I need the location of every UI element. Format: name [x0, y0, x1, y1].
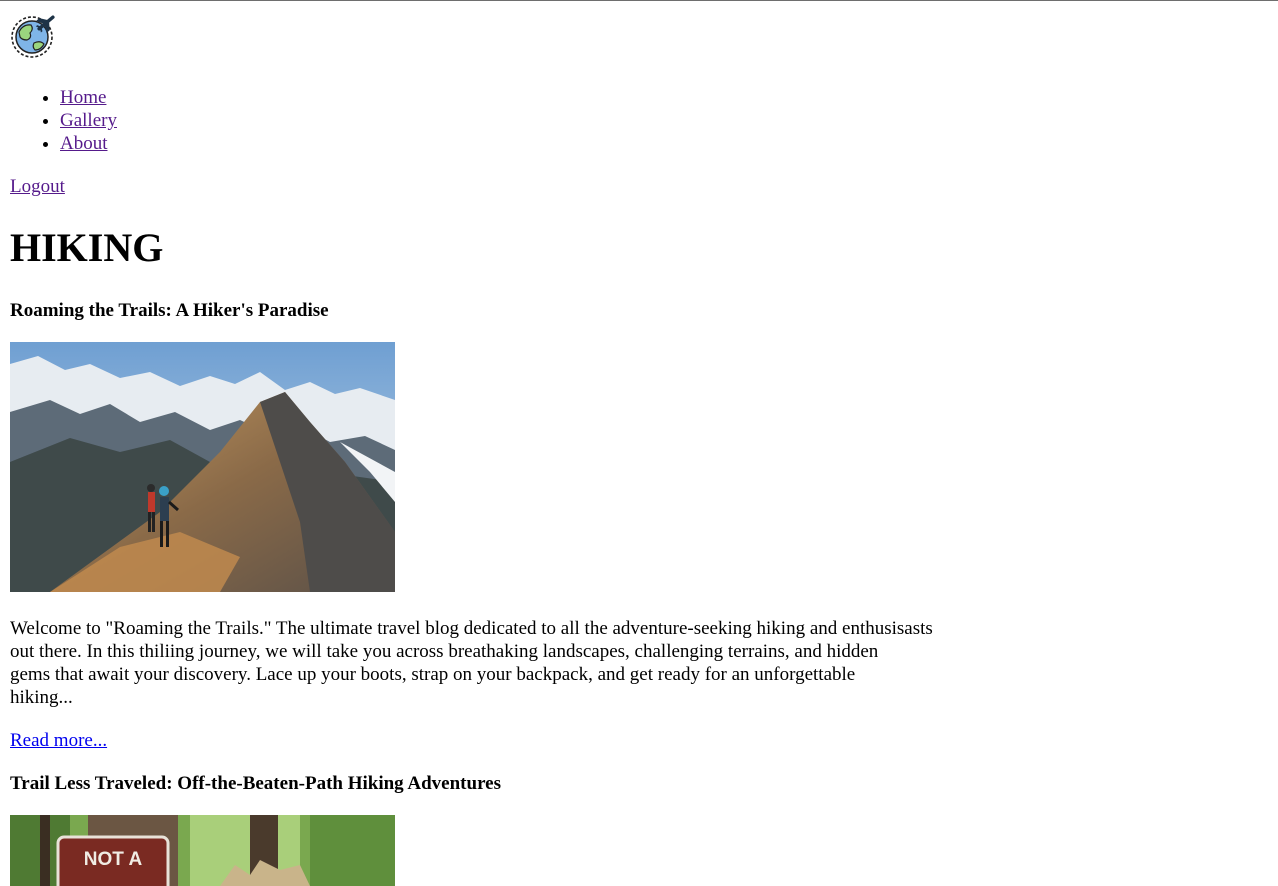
main-nav: Home Gallery About — [0, 86, 117, 155]
post-title: Trail Less Traveled: Off-the-Beaten-Path… — [10, 773, 501, 794]
nav-link-home[interactable]: Home — [60, 87, 106, 108]
excerpt-line: gems that await your discovery. Lace up … — [10, 664, 856, 685]
page-title: HIKING — [10, 225, 164, 270]
globe-with-airplane-icon — [11, 15, 55, 58]
post-excerpt: Welcome to "Roaming the Trails." The ult… — [10, 617, 990, 709]
nav-link-gallery[interactable]: Gallery — [60, 110, 117, 131]
post-title: Roaming the Trails: A Hiker's Paradise — [10, 300, 329, 321]
excerpt-line: hiking... — [10, 687, 73, 708]
nav-item-about: About — [60, 132, 117, 155]
post-image-mountain-hikers — [10, 342, 395, 592]
sign-text: NOT A — [84, 849, 143, 870]
top-border — [0, 0, 1278, 1]
read-more-link[interactable]: Read more... — [10, 729, 107, 752]
nav-item-gallery: Gallery — [60, 109, 117, 132]
post-image-forest-trail-sign: NOT A — [10, 815, 395, 886]
excerpt-line: out there. In this thiliing journey, we … — [10, 641, 879, 662]
nav-link-about[interactable]: About — [60, 133, 108, 154]
site-logo[interactable] — [10, 13, 58, 59]
logout-link[interactable]: Logout — [10, 175, 65, 198]
nav-item-home: Home — [60, 86, 117, 109]
excerpt-line: Welcome to "Roaming the Trails." The ult… — [10, 618, 933, 639]
